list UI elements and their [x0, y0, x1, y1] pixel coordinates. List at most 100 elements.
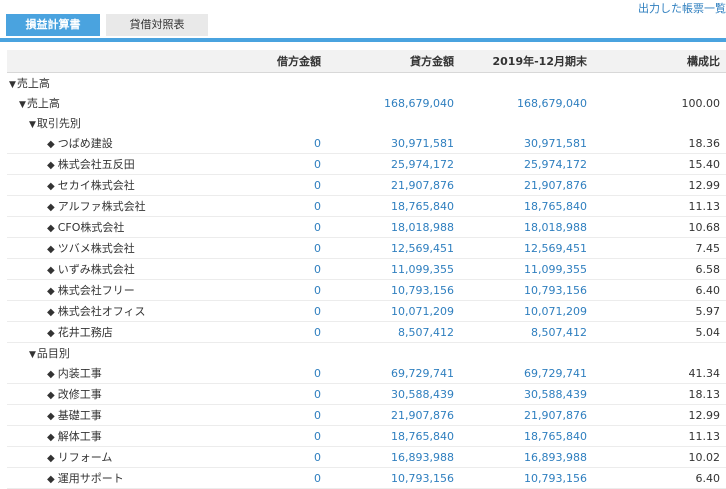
period-end-cell[interactable]: 10,071,209 [460, 300, 593, 322]
row-label-cell: ▼品目別 [7, 343, 217, 364]
expand-triangle-icon[interactable]: ▼ [19, 100, 26, 110]
period-end-cell[interactable]: 18,765,840 [460, 195, 593, 217]
credit-cell[interactable]: 10,071,209 [327, 300, 460, 322]
ratio-cell [593, 73, 726, 94]
credit-cell[interactable]: 18,018,988 [327, 216, 460, 238]
credit-cell[interactable]: 16,893,988 [327, 446, 460, 468]
tag-icon: ◆ [47, 432, 55, 443]
table-row: ◆ 内装工事 0 69,729,741 69,729,741 41.34 [7, 363, 726, 384]
debit-cell[interactable]: 0 [217, 195, 327, 217]
tag-icon: ◆ [47, 223, 55, 234]
credit-cell[interactable]: 30,588,439 [327, 383, 460, 405]
ratio-cell: 100.00 [681, 96, 721, 110]
ratio-cell [593, 113, 726, 133]
table-row: ◆ ツバメ株式会社 0 12,569,451 12,569,451 7.45 [7, 237, 726, 259]
table-row: ◆ 花井工務店 0 8,507,412 8,507,412 5.04 [7, 321, 726, 343]
period-end-cell[interactable]: 30,588,439 [460, 383, 593, 405]
period-end-cell[interactable]: 21,907,876 [460, 404, 593, 426]
debit-cell[interactable]: 0 [217, 279, 327, 301]
account-label: 品目別 [36, 347, 70, 360]
table-row: ◆ つばめ建設 0 30,971,581 30,971,581 18.36 [7, 133, 726, 154]
debit-cell[interactable]: 0 [217, 425, 327, 447]
credit-cell[interactable]: 10,793,156 [327, 279, 460, 301]
period-end-cell[interactable]: 18,765,840 [460, 425, 593, 447]
period-end-cell[interactable]: 18,018,988 [460, 216, 593, 238]
account-label: 運用サポート [57, 472, 124, 485]
debit-cell[interactable]: 0 [217, 321, 327, 343]
tab-profit-loss[interactable]: 損益計算書 [6, 14, 100, 36]
account-label: 売上高 [26, 97, 60, 110]
ratio-cell: 5.04 [593, 321, 726, 343]
ratio-cell: 18.36 [593, 133, 726, 154]
row-label-cell: ◆ 株式会社フリー [7, 279, 217, 301]
table-header-row: 借方金額 貸方金額 2019年-12月期末 構成比 [7, 50, 726, 73]
debit-cell[interactable]: 0 [217, 300, 327, 322]
period-end-cell[interactable]: 8,507,412 [460, 321, 593, 343]
debit-cell[interactable]: 0 [217, 258, 327, 280]
period-end-cell [460, 113, 593, 133]
group-row: ▼品目別 [7, 343, 726, 364]
table-row: ◆ セカイ株式会社 0 21,907,876 21,907,876 12.99 [7, 174, 726, 196]
expand-triangle-icon[interactable]: ▼ [9, 80, 16, 90]
credit-cell[interactable]: 8,507,412 [327, 321, 460, 343]
credit-cell[interactable]: 25,974,172 [327, 153, 460, 175]
tab-balance-sheet[interactable]: 貸借対照表 [106, 14, 208, 36]
expand-triangle-icon[interactable]: ▼ [29, 350, 36, 360]
row-label-cell: ◆ 株式会社五反田 [7, 153, 217, 175]
group-row: ▼取引先別 [7, 113, 726, 133]
debit-cell [217, 93, 327, 113]
period-end-cell[interactable]: 30,971,581 [460, 133, 593, 154]
period-end-cell[interactable]: 69,729,741 [460, 363, 593, 384]
period-end-cell[interactable]: 16,893,988 [460, 446, 593, 468]
tag-icon: ◆ [47, 307, 55, 318]
debit-cell[interactable]: 0 [217, 237, 327, 259]
table-row: ◆ 基礎工事 0 21,907,876 21,907,876 12.99 [7, 404, 726, 426]
credit-cell[interactable]: 18,765,840 [327, 195, 460, 217]
period-end-cell[interactable]: 25,974,172 [460, 153, 593, 175]
period-end-cell[interactable]: 168,679,040 [460, 93, 593, 113]
ratio-cell [593, 343, 726, 364]
debit-cell[interactable]: 0 [217, 216, 327, 238]
ratio-cell: 41.34 [593, 363, 726, 384]
debit-cell[interactable]: 0 [217, 404, 327, 426]
group-row: ▼売上高 [7, 73, 726, 94]
debit-cell[interactable]: 0 [217, 153, 327, 175]
row-label-cell: ◆ 株式会社オフィス [7, 300, 217, 322]
account-label: ツバメ株式会社 [57, 242, 135, 255]
expand-triangle-icon[interactable]: ▼ [29, 120, 36, 130]
tag-icon: ◆ [47, 369, 55, 380]
credit-cell[interactable]: 18,765,840 [327, 425, 460, 447]
credit-cell[interactable]: 30,971,581 [327, 133, 460, 154]
credit-cell[interactable]: 69,729,741 [327, 363, 460, 384]
period-end-cell[interactable]: 12,569,451 [460, 237, 593, 259]
credit-cell [327, 73, 460, 94]
row-label-cell: ◆ ツバメ株式会社 [7, 237, 217, 259]
debit-cell[interactable]: 0 [217, 383, 327, 405]
period-end-cell[interactable]: 10,793,156 [460, 279, 593, 301]
ratio-cell: 11.13 [593, 425, 726, 447]
report-list-link[interactable]: 出力した帳票一覧 [638, 0, 726, 16]
credit-cell[interactable]: 168,679,040 [327, 93, 460, 113]
debit-cell[interactable]: 0 [217, 446, 327, 468]
period-end-cell[interactable]: 21,907,876 [460, 174, 593, 196]
credit-cell[interactable]: 21,907,876 [327, 174, 460, 196]
account-label: いずみ株式会社 [57, 263, 135, 276]
ratio-cell: 7.45 [593, 237, 726, 259]
tag-icon: ◆ [47, 328, 55, 339]
period-end-cell[interactable]: 11,099,355 [460, 258, 593, 280]
debit-cell[interactable]: 0 [217, 133, 327, 154]
group-row: ▼売上高 168,679,040 168,679,040 100.00 [7, 93, 726, 113]
tag-icon: ◆ [47, 286, 55, 297]
debit-cell [217, 113, 327, 133]
account-label: 株式会社フリー [57, 284, 135, 297]
table-row: ◆ アルファ株式会社 0 18,765,840 18,765,840 11.13 [7, 195, 726, 217]
debit-cell[interactable]: 0 [217, 174, 327, 196]
credit-cell[interactable]: 12,569,451 [327, 237, 460, 259]
account-label: 解体工事 [57, 430, 102, 443]
credit-cell[interactable]: 11,099,355 [327, 258, 460, 280]
debit-cell[interactable]: 0 [217, 363, 327, 384]
ratio-cell: 10.02 [593, 446, 726, 468]
credit-cell[interactable]: 21,907,876 [327, 404, 460, 426]
account-label: 内装工事 [57, 367, 102, 380]
row-label-cell: ▼売上高 [7, 73, 217, 94]
